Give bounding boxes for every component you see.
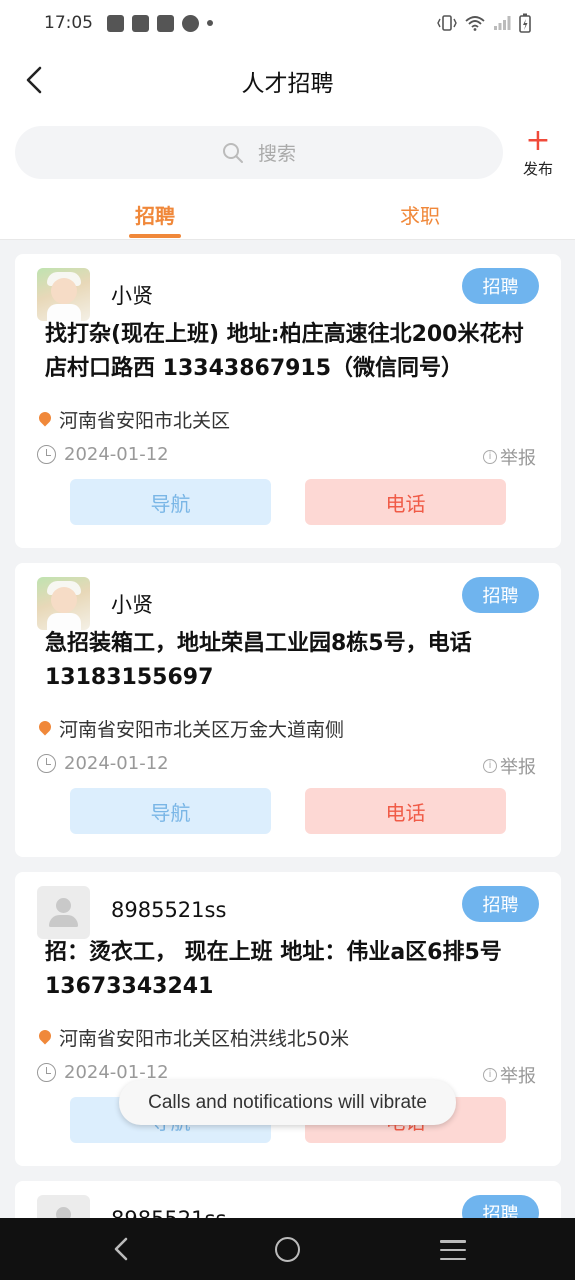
avatar	[37, 268, 90, 321]
recruit-badge: 招聘	[462, 1195, 539, 1218]
info-icon: i	[483, 450, 497, 464]
status-right	[437, 13, 531, 33]
compass-notification-icon	[182, 14, 199, 32]
info-icon: i	[483, 1068, 497, 1082]
clock-icon	[37, 445, 56, 464]
search-icon	[222, 142, 243, 163]
page-title: 人才招聘	[241, 71, 334, 97]
publish-label: 发布	[522, 160, 553, 178]
job-card[interactable]: 小贤 招聘 急招装箱工，地址荣昌工业园8栋5号，电话13183155697 河南…	[15, 563, 561, 857]
post-title: 招：烫衣工， 现在上班 地址：伟业a区6排5号 13673343241	[45, 940, 502, 999]
tab-bar: 招聘 求职	[0, 192, 575, 240]
avatar	[37, 1195, 90, 1218]
battery-charging-icon	[519, 13, 531, 33]
search-row: 搜索 + 发布	[0, 116, 575, 192]
location: 河南省安阳市北关区柏洪线北50米	[39, 1024, 349, 1051]
report-link[interactable]: i 举报	[483, 1062, 536, 1088]
location: 河南省安阳市北关区万金大道南侧	[39, 715, 344, 742]
location-pin-icon	[39, 412, 51, 428]
location-pin-icon	[39, 721, 51, 737]
post-title: 找打杂(现在上班) 地址:柏庄高速往北200米花村店村口路西 133438679…	[45, 322, 524, 381]
navigate-button[interactable]: 导航	[70, 788, 271, 834]
job-card[interactable]: 8985521ss 招聘	[15, 1181, 561, 1218]
location-pin-icon	[39, 1030, 51, 1046]
date-text: 2024-01-12	[64, 444, 169, 465]
more-notifications-dot-icon	[207, 20, 213, 26]
status-time: 17:05	[44, 13, 93, 33]
location: 河南省安阳市北关区	[39, 406, 230, 433]
status-left: 17:05	[44, 13, 213, 33]
info-icon: i	[483, 759, 497, 773]
report-link[interactable]: i 举报	[483, 753, 536, 779]
cellular-signal-icon	[494, 16, 511, 30]
system-home-icon[interactable]	[275, 1237, 300, 1262]
navigate-button[interactable]: 导航	[70, 479, 271, 525]
post-date: 2024-01-12	[37, 753, 169, 774]
call-button[interactable]: 电话	[305, 788, 506, 834]
publish-button[interactable]: + 发布	[515, 126, 561, 182]
recruit-badge: 招聘	[462, 577, 539, 613]
recruit-badge: 招聘	[462, 886, 539, 922]
report-label: 举报	[500, 1066, 536, 1087]
system-recents-icon[interactable]	[440, 1240, 466, 1260]
call-button[interactable]: 电话	[305, 479, 506, 525]
clock-icon	[37, 1063, 56, 1082]
report-link[interactable]: i 举报	[483, 444, 536, 470]
tab-recruit[interactable]: 招聘	[95, 200, 215, 229]
report-label: 举报	[500, 757, 536, 778]
shopping-bag-notification-icon	[107, 14, 124, 32]
system-navigation-bar	[0, 1218, 575, 1280]
tab-job-seeking[interactable]: 求职	[360, 200, 480, 229]
vibrate-icon	[437, 15, 457, 31]
poster-name: 小贤	[111, 284, 153, 308]
avatar	[37, 577, 90, 630]
location-text: 河南省安阳市北关区万金大道南侧	[59, 719, 345, 741]
post-title: 急招装箱工，地址荣昌工业园8栋5号，电话13183155697	[45, 631, 472, 690]
poster-name: 8985521ss	[111, 1207, 226, 1218]
report-label: 举报	[500, 448, 536, 469]
active-tab-indicator	[129, 234, 181, 238]
plus-icon: +	[525, 123, 551, 158]
app-header: 人才招聘	[0, 46, 575, 116]
location-text: 河南省安阳市北关区	[59, 410, 231, 432]
shopping-bag-notification-icon	[157, 14, 174, 32]
date-text: 2024-01-12	[64, 753, 169, 774]
system-back-icon[interactable]	[108, 1236, 134, 1262]
shopping-bag-notification-icon	[132, 14, 149, 32]
poster-name: 8985521ss	[111, 898, 227, 922]
clock-icon	[37, 754, 56, 773]
location-text: 河南省安阳市北关区柏洪线北50米	[59, 1028, 350, 1050]
job-card[interactable]: 小贤 招聘 找打杂(现在上班) 地址:柏庄高速往北200米花村店村口路西 133…	[15, 254, 561, 548]
search-placeholder: 搜索	[257, 143, 296, 165]
avatar	[37, 886, 90, 939]
recruit-badge: 招聘	[462, 268, 539, 304]
status-bar: 17:05	[0, 0, 575, 46]
poster-name: 小贤	[111, 593, 153, 617]
toast-message: Calls and notifications will vibrate	[119, 1080, 456, 1125]
search-input[interactable]: 搜索	[15, 126, 503, 179]
post-date: 2024-01-12	[37, 444, 169, 465]
wifi-icon	[465, 16, 485, 31]
